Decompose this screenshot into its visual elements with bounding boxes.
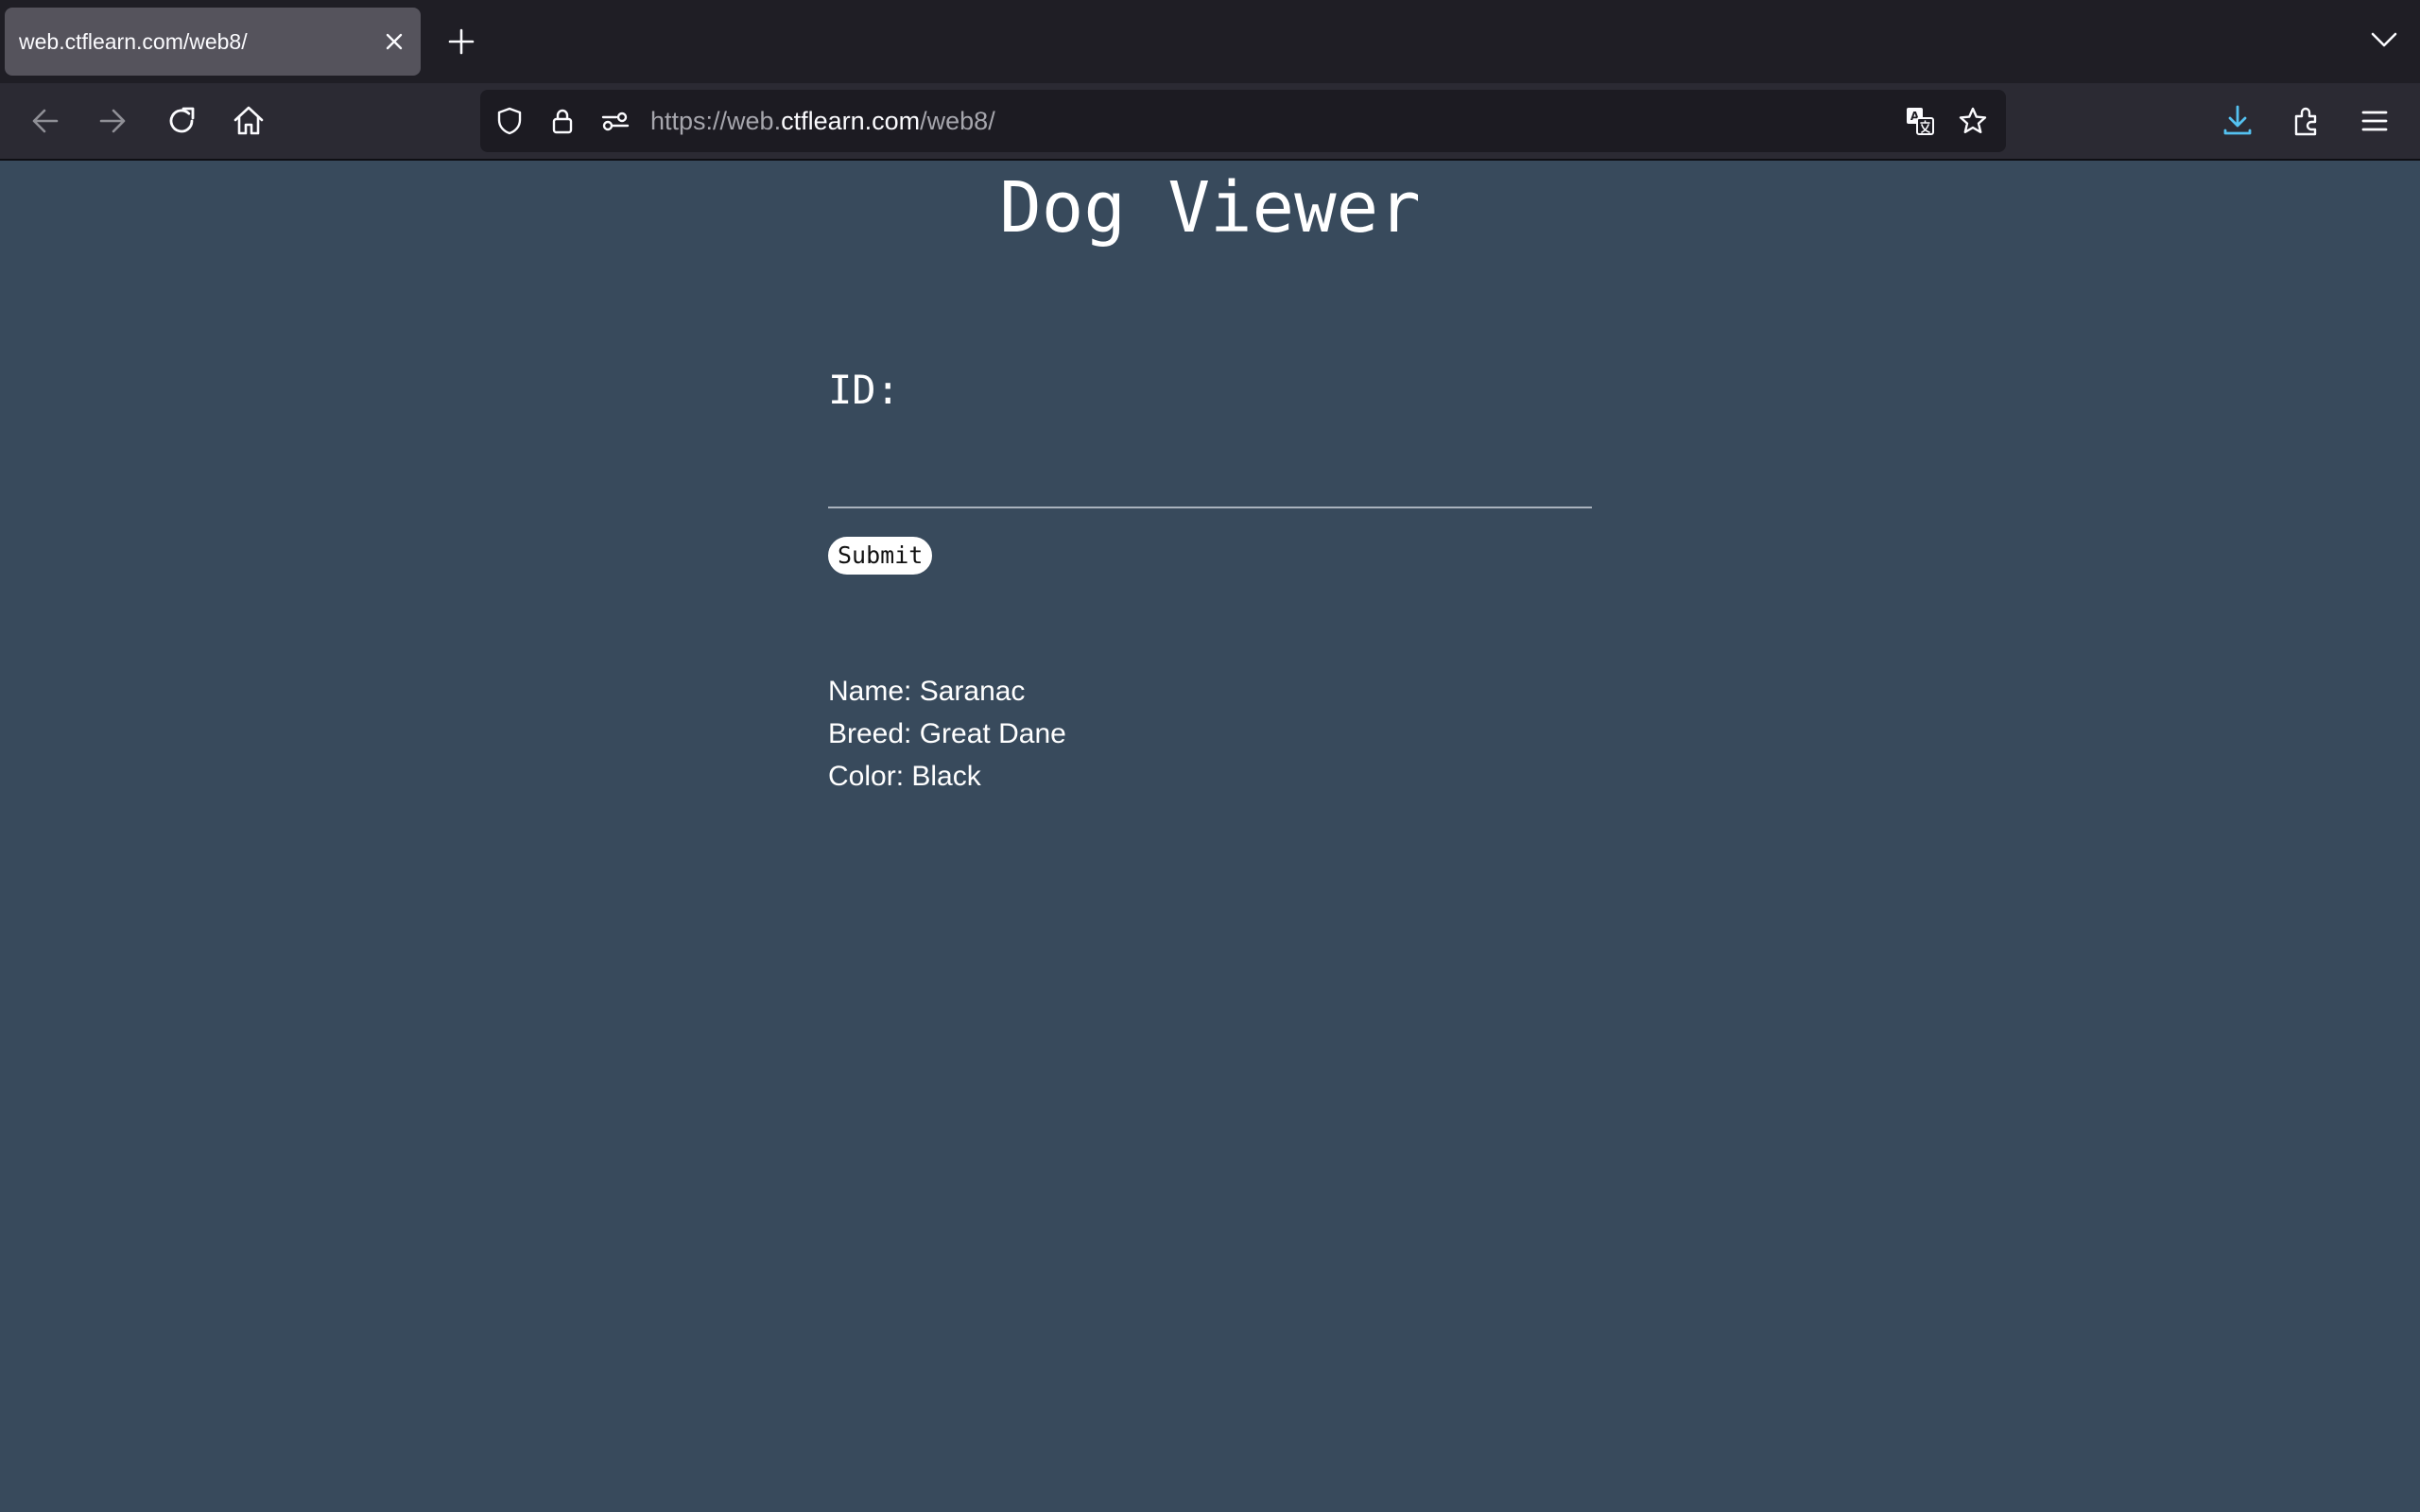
url-path: /web8/ <box>920 107 995 135</box>
id-input[interactable] <box>828 450 1592 508</box>
menu-icon[interactable] <box>2356 102 2394 140</box>
page-title: Dog Viewer <box>999 167 1421 249</box>
dog-name: Name: Saranac <box>828 676 1026 707</box>
url-bar[interactable]: https://web.ctflearn.com/web8/ A <box>480 90 2006 152</box>
page-content: Dog Viewer ID: Submit Name: Saranac Bree… <box>0 163 2420 1512</box>
url-text[interactable]: https://web.ctflearn.com/web8/ <box>650 90 995 152</box>
url-host: ctflearn.com <box>781 107 921 135</box>
url-scheme: https://web. <box>650 107 782 135</box>
translate-icon[interactable]: A <box>1904 105 1936 137</box>
extensions-icon[interactable] <box>2288 102 2325 140</box>
id-form: ID: Submit <box>828 367 1594 575</box>
navigation-toolbar: https://web.ctflearn.com/web8/ A <box>0 83 2420 161</box>
id-label: ID: <box>828 367 900 413</box>
home-icon[interactable] <box>230 102 268 140</box>
back-icon[interactable] <box>26 102 64 140</box>
bookmark-star-icon[interactable] <box>1957 105 1989 137</box>
dog-color: Color: Black <box>828 761 981 792</box>
close-icon[interactable] <box>381 28 407 55</box>
new-tab-icon[interactable] <box>444 25 478 59</box>
forward-icon[interactable] <box>94 102 131 140</box>
permissions-icon[interactable] <box>599 105 631 137</box>
dog-result: Name: Saranac Breed: Great Dane Color: B… <box>828 670 1066 798</box>
browser-tab[interactable]: web.ctflearn.com/web8/ <box>5 8 421 76</box>
reload-icon[interactable] <box>163 102 200 140</box>
download-icon[interactable] <box>2219 102 2256 140</box>
chevron-down-icon[interactable] <box>2369 28 2399 51</box>
lock-icon[interactable] <box>546 105 579 137</box>
shield-icon[interactable] <box>493 105 526 137</box>
tab-bar: web.ctflearn.com/web8/ <box>0 0 2420 83</box>
tab-title: web.ctflearn.com/web8/ <box>19 29 248 54</box>
dog-breed: Breed: Great Dane <box>828 718 1066 749</box>
submit-button[interactable]: Submit <box>828 537 933 575</box>
